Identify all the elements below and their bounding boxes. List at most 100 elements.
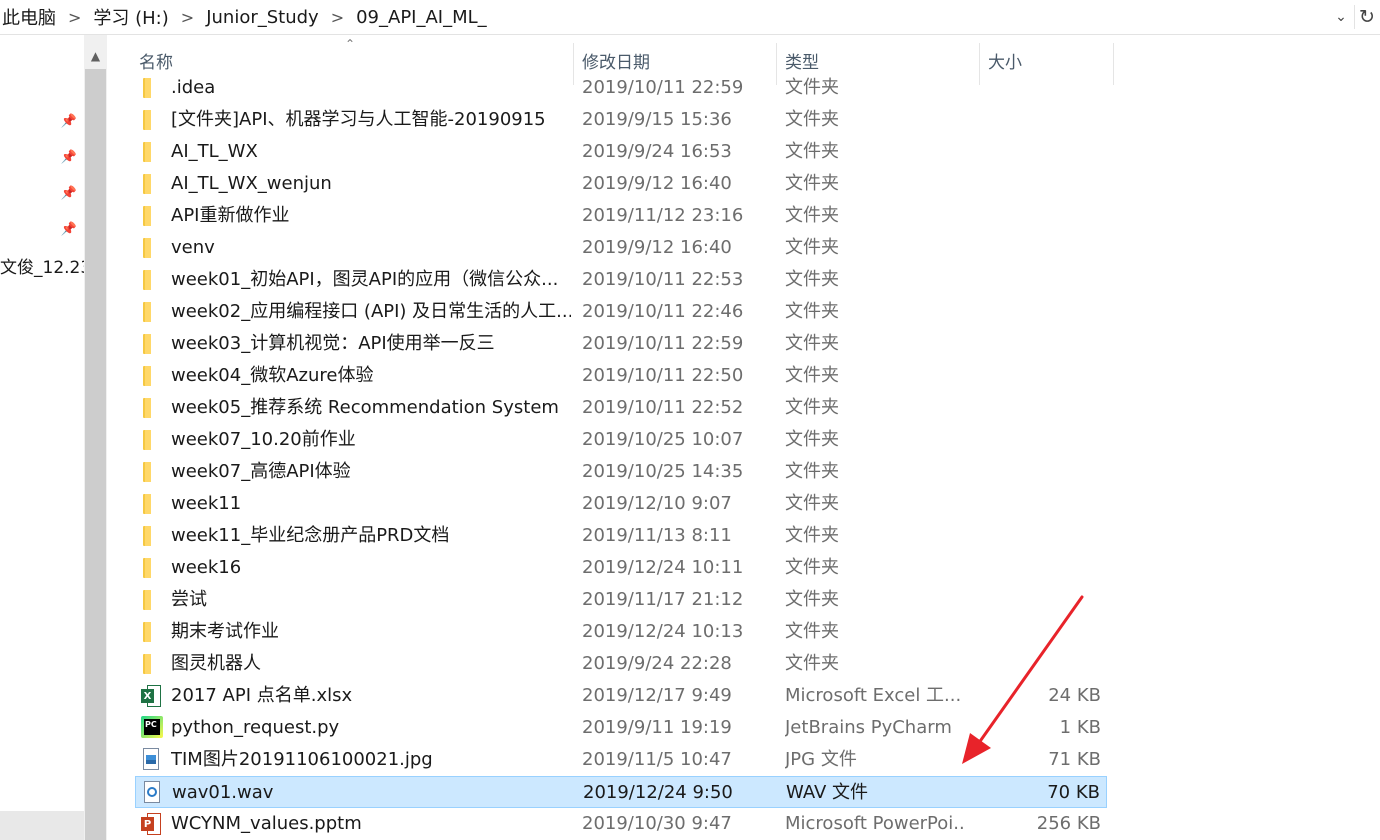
breadcrumb: 此电脑 > 学习 (H:) > Junior_Study > 09_API_AI… xyxy=(2,0,495,34)
file-name: .idea xyxy=(171,77,216,98)
file-type: 文件夹 xyxy=(785,173,839,194)
file-name: TIM图片20191106100021.jpg xyxy=(171,749,433,770)
file-row[interactable]: 图灵机器人 2019/9/24 22:28 文件夹 xyxy=(135,648,1107,680)
folder-icon xyxy=(143,174,151,194)
folder-icon xyxy=(143,366,151,386)
file-type: 文件夹 xyxy=(785,493,839,514)
breadcrumb-item[interactable]: Junior_Study xyxy=(206,7,327,28)
file-date: 2019/9/15 15:36 xyxy=(582,109,732,130)
file-type: 文件夹 xyxy=(785,205,839,226)
file-date: 2019/12/24 10:13 xyxy=(582,621,744,642)
nav-item-folder[interactable]: 文俊_12.23 xyxy=(0,253,91,278)
breadcrumb-separator[interactable]: > xyxy=(64,8,93,27)
file-date: 2019/10/11 22:46 xyxy=(582,301,744,322)
file-name: week07_高德API体验 xyxy=(171,461,351,482)
file-date: 2019/10/25 14:35 xyxy=(582,461,744,482)
file-name: week11 xyxy=(171,493,242,514)
file-date: 2019/10/11 22:59 xyxy=(582,77,744,98)
powerpoint-icon: P xyxy=(141,813,161,835)
file-date: 2019/9/11 19:19 xyxy=(582,717,732,738)
file-name: 2017 API 点名单.xlsx xyxy=(171,685,353,706)
file-row[interactable]: week07_高德API体验 2019/10/25 14:35 文件夹 xyxy=(135,456,1107,488)
file-date: 2019/12/24 10:11 xyxy=(582,557,744,578)
file-row[interactable]: week07_10.20前作业 2019/10/25 10:07 文件夹 xyxy=(135,424,1107,456)
folder-icon xyxy=(143,558,151,578)
file-row[interactable]: 期末考试作业 2019/12/24 10:13 文件夹 xyxy=(135,616,1107,648)
file-size: 70 KB xyxy=(1047,782,1100,803)
folder-icon xyxy=(143,526,151,546)
file-row[interactable]: week11_毕业纪念册产品PRD文档 2019/11/13 8:11 文件夹 xyxy=(135,520,1107,552)
nav-scrollbar[interactable]: ▲ xyxy=(84,35,107,840)
file-row[interactable]: 尝试 2019/11/17 21:12 文件夹 xyxy=(135,584,1107,616)
file-row[interactable]: P WCYNM_values.pptm 2019/10/30 9:47 Microso… xyxy=(135,808,1107,840)
breadcrumb-item[interactable]: 学习 (H:) xyxy=(93,4,176,30)
file-row[interactable]: week05_推荐系统 Recommendation System 2019/10… xyxy=(135,392,1107,424)
chevron-down-icon[interactable]: ⌄ xyxy=(1330,6,1352,28)
scrollbar-thumb[interactable] xyxy=(85,69,106,840)
folder-icon xyxy=(143,206,151,226)
column-divider[interactable] xyxy=(1113,43,1114,85)
file-size: 71 KB xyxy=(1048,749,1101,770)
file-row[interactable]: week04_微软Azure体验 2019/10/11 22:50 文件夹 xyxy=(135,360,1107,392)
file-date: 2019/9/12 16:40 xyxy=(582,237,732,258)
file-row[interactable]: wav01.wav 2019/12/24 9:50 WAV 文件 70 KB xyxy=(135,776,1107,808)
file-date: 2019/11/17 21:12 xyxy=(582,589,744,610)
file-row[interactable]: .idea 2019/10/11 22:59 文件夹 xyxy=(135,72,1107,104)
folder-icon xyxy=(143,398,151,418)
refresh-icon[interactable]: ↻ xyxy=(1354,5,1379,29)
file-row[interactable]: week01_初始API，图灵API的应用（微信公众... 2019/10/11 … xyxy=(135,264,1107,296)
nav-scroll-area xyxy=(0,811,84,840)
file-date: 2019/11/13 8:11 xyxy=(582,525,732,546)
file-type: JPG 文件 xyxy=(785,749,857,770)
file-size: 24 KB xyxy=(1048,685,1101,706)
file-row[interactable]: X 2017 API 点名单.xlsx 2019/12/17 9:49 Microso… xyxy=(135,680,1107,712)
breadcrumb-item[interactable]: 此电脑 xyxy=(2,4,64,30)
file-type: 文件夹 xyxy=(785,621,839,642)
file-name: API重新做作业 xyxy=(171,205,290,226)
file-date: 2019/10/11 22:50 xyxy=(582,365,744,386)
file-name: week16 xyxy=(171,557,242,578)
file-date: 2019/10/30 9:47 xyxy=(582,813,732,834)
breadcrumb-item[interactable]: 09_API_AI_ML_ xyxy=(356,7,495,28)
file-row[interactable]: PC python_request.py 2019/9/11 19:19 JetBra… xyxy=(135,712,1107,744)
breadcrumb-separator[interactable]: > xyxy=(177,8,206,27)
file-type: 文件夹 xyxy=(785,109,839,130)
folder-icon xyxy=(143,334,151,354)
folder-icon xyxy=(143,430,151,450)
address-bar[interactable]: 此电脑 > 学习 (H:) > Junior_Study > 09_API_AI… xyxy=(0,0,1380,35)
file-row[interactable]: TIM图片20191106100021.jpg 2019/11/5 10:47 JP… xyxy=(135,744,1107,776)
file-name: python_request.py xyxy=(171,717,340,738)
breadcrumb-separator[interactable]: > xyxy=(327,8,356,27)
file-name: 图灵机器人 xyxy=(171,653,261,674)
folder-icon xyxy=(143,238,151,258)
file-size: 256 KB xyxy=(1036,813,1101,834)
file-date: 2019/12/17 9:49 xyxy=(582,685,732,706)
file-type: JetBrains PyCharm xyxy=(785,717,952,738)
excel-icon: X xyxy=(141,685,161,707)
file-name: week11_毕业纪念册产品PRD文档 xyxy=(171,525,450,546)
file-type: 文件夹 xyxy=(785,269,839,290)
file-row[interactable]: AI_TL_WX 2019/9/24 16:53 文件夹 xyxy=(135,136,1107,168)
file-date: 2019/9/24 22:28 xyxy=(582,653,732,674)
folder-icon xyxy=(143,302,151,322)
file-type: 文件夹 xyxy=(785,653,839,674)
file-date: 2019/12/24 9:50 xyxy=(583,782,733,803)
file-row[interactable]: venv 2019/9/12 16:40 文件夹 xyxy=(135,232,1107,264)
file-row[interactable]: week11 2019/12/10 9:07 文件夹 xyxy=(135,488,1107,520)
file-row[interactable]: [文件夹]API、机器学习与人工智能-20190915 2019/9/15 15:… xyxy=(135,104,1107,136)
folder-icon xyxy=(143,590,151,610)
file-date: 2019/12/10 9:07 xyxy=(582,493,732,514)
file-name: 期末考试作业 xyxy=(171,621,279,642)
file-row[interactable]: API重新做作业 2019/11/12 23:16 文件夹 xyxy=(135,200,1107,232)
file-type: 文件夹 xyxy=(785,525,839,546)
file-name: week03_计算机视觉：API使用举一反三 xyxy=(171,333,495,354)
file-type: 文件夹 xyxy=(785,365,839,386)
file-type: Microsoft Excel 工... xyxy=(785,685,962,706)
file-type: 文件夹 xyxy=(785,141,839,162)
file-type: 文件夹 xyxy=(785,557,839,578)
file-row[interactable]: week16 2019/12/24 10:11 文件夹 xyxy=(135,552,1107,584)
file-row[interactable]: week03_计算机视觉：API使用举一反三 2019/10/11 22:59 文件… xyxy=(135,328,1107,360)
file-row[interactable]: AI_TL_WX_wenjun 2019/9/12 16:40 文件夹 xyxy=(135,168,1107,200)
file-row[interactable]: week02_应用编程接口 (API) 及日常生活的人工... 2019/10/1… xyxy=(135,296,1107,328)
scroll-up-icon[interactable]: ▲ xyxy=(84,45,107,67)
